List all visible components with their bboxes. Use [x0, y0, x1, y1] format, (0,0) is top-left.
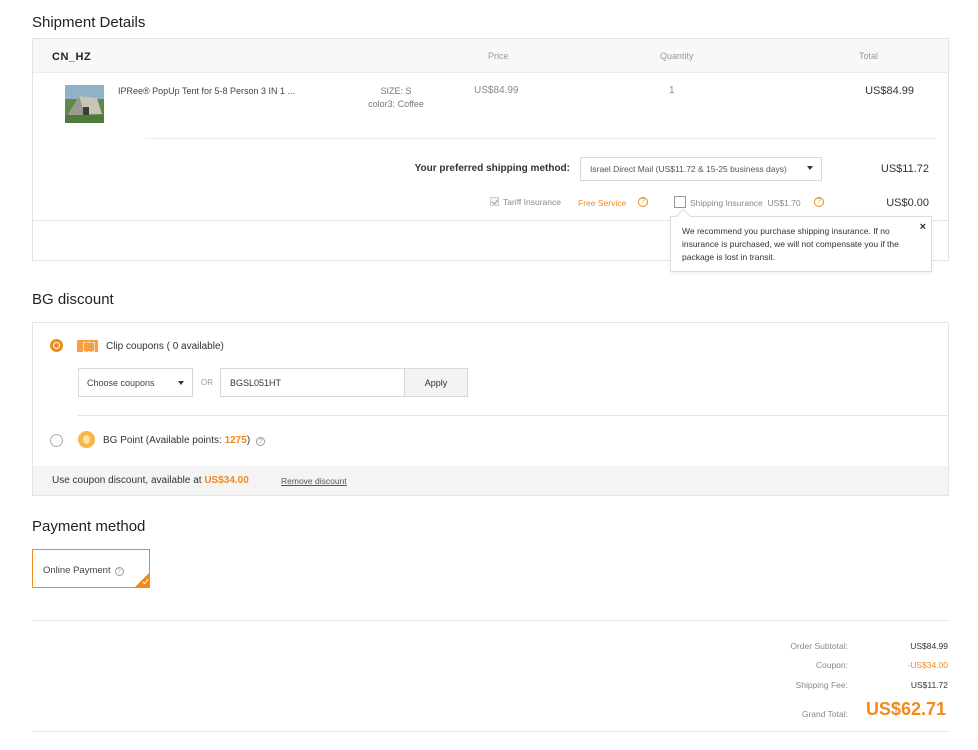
close-icon[interactable]: × — [920, 221, 926, 234]
clip-coupons-radio[interactable] — [50, 339, 63, 352]
shipping-insurance-price: US$1.70 — [767, 198, 801, 208]
item-price: US$84.99 — [474, 85, 519, 96]
shipping-insurance-label: Shipping Insurance US$1.70 — [690, 198, 801, 208]
coupon-label: Coupon: — [815, 660, 848, 670]
order-subtotal-value: US$84.99 — [910, 641, 948, 651]
item-quantity: 1 — [669, 85, 675, 96]
discount-box: Clip coupons ( 0 available) Choose coupo… — [32, 322, 949, 496]
item-divider — [145, 138, 936, 139]
chevron-down-icon — [178, 381, 184, 385]
insurance-tooltip: We recommend you purchase shipping insur… — [670, 216, 932, 272]
price-column-header: Price — [488, 51, 509, 61]
product-name-link[interactable]: IPRee® PopUp Tent for 5-8 Person 3 IN 1 … — [118, 86, 295, 96]
bg-point-label: BG Point (Available points: 1275)? — [103, 435, 266, 446]
tariff-insurance-checkbox: Tariff Insurance — [490, 197, 561, 207]
choose-coupons-select[interactable]: Choose coupons — [78, 368, 193, 397]
bg-point-value: 1275 — [224, 435, 247, 446]
order-subtotal-label: Order Subtotal: — [790, 641, 848, 651]
grand-total-value: US$62.71 — [865, 699, 946, 719]
checkmark-icon — [490, 197, 499, 206]
coupon-ticket-icon — [77, 340, 98, 352]
shipping-method-label: Your preferred shipping method: — [414, 163, 570, 174]
or-separator: OR — [201, 378, 213, 387]
item-total: US$84.99 — [865, 85, 914, 97]
warehouse-label: CN_HZ — [52, 51, 92, 63]
discount-divider — [78, 415, 948, 416]
shipping-insurance-checkbox[interactable] — [674, 196, 686, 208]
summary-bottom-divider — [32, 731, 949, 732]
coupon-discount-text: Use coupon discount, available at US$34.… — [52, 475, 249, 486]
shipping-method-value: Israel Direct Mail (US$11.72 & 15-25 bus… — [590, 164, 787, 174]
question-circle-icon[interactable]: ? — [256, 437, 266, 446]
insurance-fee: US$0.00 — [886, 197, 929, 209]
bg-discount-title: BG discount — [32, 291, 114, 308]
total-column-header: Total — [859, 51, 879, 61]
coupon-code-input[interactable] — [220, 368, 405, 397]
discount-footer: Use coupon discount, available at US$34.… — [33, 466, 948, 495]
bg-point-radio[interactable] — [50, 434, 63, 447]
tariff-free-service: Free Service — [578, 198, 627, 208]
product-size: SIZE: S — [380, 86, 412, 96]
coupon-value: -US$34.00 — [907, 660, 948, 670]
shipping-fee: US$11.72 — [880, 163, 929, 175]
coupon-discount-amount: US$34.00 — [204, 475, 249, 486]
question-circle-icon[interactable]: ? — [814, 197, 824, 207]
online-payment-label: Online Payment? — [43, 565, 124, 576]
remove-discount-link[interactable]: Remove discount — [281, 476, 347, 486]
shipping-fee-label: Shipping Fee: — [795, 680, 848, 690]
chevron-down-icon — [807, 166, 813, 170]
shipment-details-title: Shipment Details — [32, 14, 146, 31]
insurance-tooltip-text: We recommend you purchase shipping insur… — [682, 226, 899, 262]
product-color: color3: Coffee — [368, 99, 424, 109]
shipping-method-select[interactable]: Israel Direct Mail (US$11.72 & 15-25 bus… — [580, 157, 822, 181]
tariff-insurance-label: Tariff Insurance — [503, 197, 561, 207]
choose-coupons-label: Choose coupons — [87, 378, 155, 388]
shipment-header: CN_HZ Price Quantity Total — [33, 39, 948, 73]
product-thumbnail[interactable] — [65, 85, 104, 123]
question-circle-icon[interactable]: ? — [638, 197, 648, 207]
shipping-fee-value: US$11.72 — [910, 680, 948, 690]
grand-total-label: Grand Total: — [801, 709, 848, 719]
question-circle-icon[interactable]: ? — [114, 567, 124, 576]
apply-button[interactable]: Apply — [404, 368, 468, 397]
online-payment-option[interactable]: Online Payment? — [32, 549, 150, 588]
summary-top-divider — [32, 620, 949, 621]
clip-coupons-label: Clip coupons ( 0 available) — [106, 341, 224, 352]
quantity-column-header: Quantity — [660, 51, 694, 61]
coin-icon — [78, 431, 95, 448]
payment-method-title: Payment method — [32, 518, 146, 535]
